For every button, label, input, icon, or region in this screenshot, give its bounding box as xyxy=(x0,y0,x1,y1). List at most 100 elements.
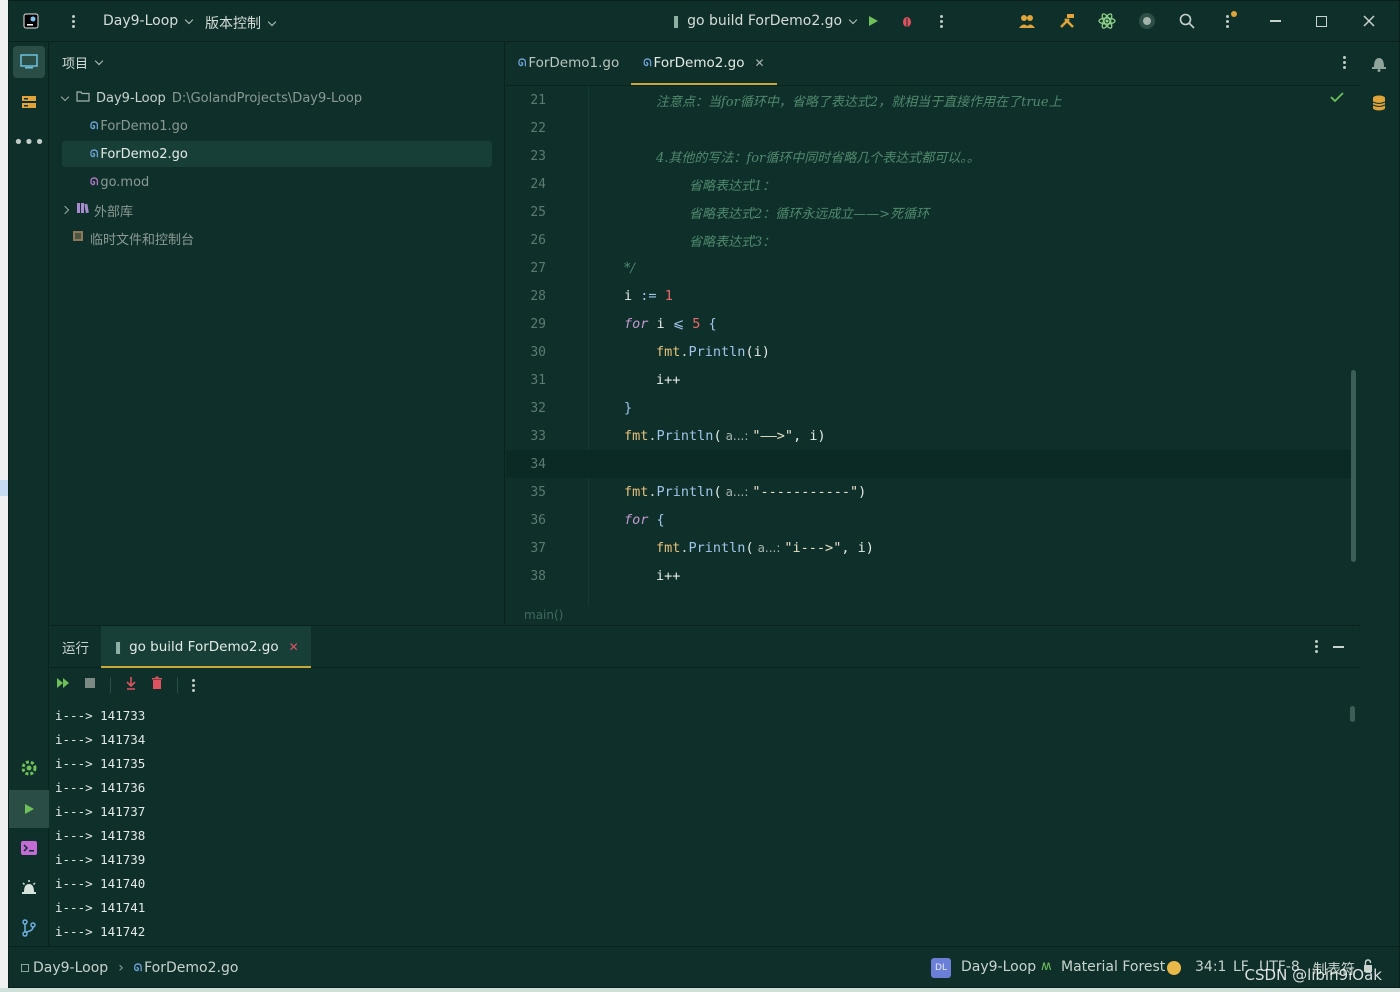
project-tool-button[interactable] xyxy=(13,46,45,78)
tree-file-selected[interactable]: ᘏ ForDemo2.go xyxy=(62,141,492,167)
app-logo-icon[interactable] xyxy=(19,9,43,33)
main-menu-icon[interactable] xyxy=(61,9,85,33)
project-panel: 项目 Day9-Loop D:\GolandProjects\Day9-Loop… xyxy=(50,42,505,624)
scroll-to-end-icon[interactable] xyxy=(125,676,137,694)
minimize-icon[interactable] xyxy=(1263,9,1287,33)
stop-icon[interactable] xyxy=(84,677,96,693)
services-tool-button[interactable] xyxy=(13,752,45,784)
hide-panel-icon[interactable] xyxy=(1333,646,1344,648)
token: ) xyxy=(858,484,867,500)
console-line: i---> 141740 xyxy=(55,876,146,891)
code-line: 25 省略表达式2：循环永远成立——>死循环 xyxy=(506,198,1352,226)
status-file-label: ForDemo2.go xyxy=(144,960,239,976)
code-text: 4.其他的写法：for循环中同时省略几个表达式都可以。。 xyxy=(656,150,980,166)
more-actions-icon[interactable] xyxy=(929,9,953,33)
bug-icon xyxy=(903,17,911,27)
run-panel-header: 运行 ❚ go build ForDemo2.go ✕ xyxy=(50,625,1360,668)
token: } xyxy=(624,400,633,416)
console-line: i---> 141741 xyxy=(55,900,146,915)
token: . xyxy=(648,428,657,444)
tree-scratches[interactable]: 临时文件和控制台 xyxy=(62,225,492,251)
settings-updates-icon[interactable] xyxy=(1215,9,1239,33)
close-tab-icon[interactable]: ✕ xyxy=(754,56,764,70)
line-number: 32 xyxy=(530,400,546,416)
param-hint: a...: xyxy=(725,485,749,499)
close-icon[interactable] xyxy=(1357,9,1381,33)
close-tab-icon[interactable]: ✕ xyxy=(289,640,299,654)
chevron-down-icon xyxy=(184,15,194,24)
terminal-tool-button[interactable] xyxy=(13,832,45,864)
status-theme[interactable]: Material Forest xyxy=(1061,959,1165,975)
go-mod-icon: ᘏ xyxy=(90,176,98,188)
console-scrollbar[interactable] xyxy=(1350,706,1355,722)
console-output[interactable]: i---> 141733 i---> 141734 i---> 141735 i… xyxy=(55,704,145,944)
run-button[interactable] xyxy=(861,9,885,33)
code-line: 22 xyxy=(506,114,1352,142)
chevron-down-icon xyxy=(60,92,70,101)
search-icon[interactable] xyxy=(1175,9,1199,33)
vcs-menu[interactable]: 版本控制 xyxy=(205,13,277,33)
line-number: 27 xyxy=(530,260,546,276)
token: . xyxy=(648,484,657,500)
rerun-icon[interactable] xyxy=(56,677,70,693)
code-text: 省略表达式2：循环永远成立——>死循环 xyxy=(689,206,930,222)
debug-button[interactable] xyxy=(895,9,919,33)
toolbar-divider xyxy=(177,677,178,693)
project-panel-header[interactable]: 项目 xyxy=(50,42,504,82)
editor-tabs-menu-icon[interactable] xyxy=(1343,56,1346,69)
record-icon[interactable] xyxy=(1135,9,1159,33)
token: i++ xyxy=(656,568,681,584)
tree-root[interactable]: Day9-Loop D:\GolandProjects\Day9-Loop xyxy=(60,85,492,111)
editor-scrollbar[interactable] xyxy=(1351,370,1356,562)
more-tools-icon[interactable]: ••• xyxy=(13,126,45,158)
token: { xyxy=(708,316,717,332)
code-area[interactable]: 21 注意点：当for循环中，省略了表达式2，就相当于直接作用在了true上 22… xyxy=(506,86,1360,606)
token: , i) xyxy=(793,428,826,444)
status-project[interactable]: Day9-Loop xyxy=(21,960,108,976)
code-text: */ xyxy=(624,260,635,276)
tree-file[interactable]: ᘏ ForDemo1.go xyxy=(62,113,492,139)
status-file[interactable]: ᘏ ForDemo2.go xyxy=(134,960,239,976)
run-config-selector[interactable]: ❚ go build ForDemo2.go xyxy=(671,13,858,29)
structure-icon xyxy=(22,96,36,108)
console-line: i---> 141735 xyxy=(55,756,146,771)
run-panel-menu-icon[interactable] xyxy=(1315,640,1318,653)
run-tool-button[interactable] xyxy=(9,790,49,828)
token: . xyxy=(680,540,689,556)
more-run-actions-icon[interactable] xyxy=(192,678,195,692)
project-switcher[interactable]: Day9-Loop xyxy=(103,13,194,29)
token: for xyxy=(624,316,649,332)
database-icon[interactable] xyxy=(1371,94,1387,116)
gear-icon xyxy=(21,760,37,776)
build-tools-icon[interactable] xyxy=(1055,9,1079,33)
line-number: 24 xyxy=(530,176,546,192)
status-caret-position[interactable]: 34:1 xyxy=(1195,959,1226,975)
token: for xyxy=(624,512,649,528)
code-with-me-icon[interactable] xyxy=(1015,9,1039,33)
tree-external-libs[interactable]: 外部库 xyxy=(60,197,492,223)
tree-file[interactable]: ᘏ go.mod xyxy=(62,169,492,195)
run-panel-title: 运行 xyxy=(62,640,89,657)
editor-breadcrumb[interactable]: main() xyxy=(524,608,563,622)
notifications-icon[interactable] xyxy=(1370,54,1388,76)
status-bar: Day9-Loop › ᘏ ForDemo2.go DL Day9-Loop ʍ… xyxy=(9,946,1399,987)
line-number: 33 xyxy=(530,428,546,444)
status-branch[interactable]: Day9-Loop xyxy=(961,959,1036,975)
tab-fordemo2[interactable]: ᘏ ForDemo2.go ✕ xyxy=(631,41,777,85)
code-text: 省略表达式1： xyxy=(689,178,776,194)
code-line: 27 */ xyxy=(506,254,1352,282)
git-tool-button[interactable] xyxy=(13,912,45,944)
run-tab[interactable]: ❚ go build ForDemo2.go ✕ xyxy=(101,625,311,668)
token: "——>" xyxy=(752,428,794,444)
tab-fordemo1[interactable]: ᘏ ForDemo1.go xyxy=(506,41,631,85)
token: "i--->" xyxy=(784,540,842,556)
structure-tool-button[interactable] xyxy=(13,86,45,118)
clear-output-icon[interactable] xyxy=(151,676,163,694)
problems-tool-button[interactable] xyxy=(13,872,45,904)
console-line: i---> 141734 xyxy=(55,732,146,747)
go-file-icon: ᘏ xyxy=(643,57,651,69)
avatar[interactable]: DL xyxy=(931,958,951,978)
atom-plugin-icon[interactable] xyxy=(1095,9,1119,33)
maximize-icon[interactable] xyxy=(1309,9,1333,33)
theme-color-icon[interactable] xyxy=(1167,961,1181,975)
